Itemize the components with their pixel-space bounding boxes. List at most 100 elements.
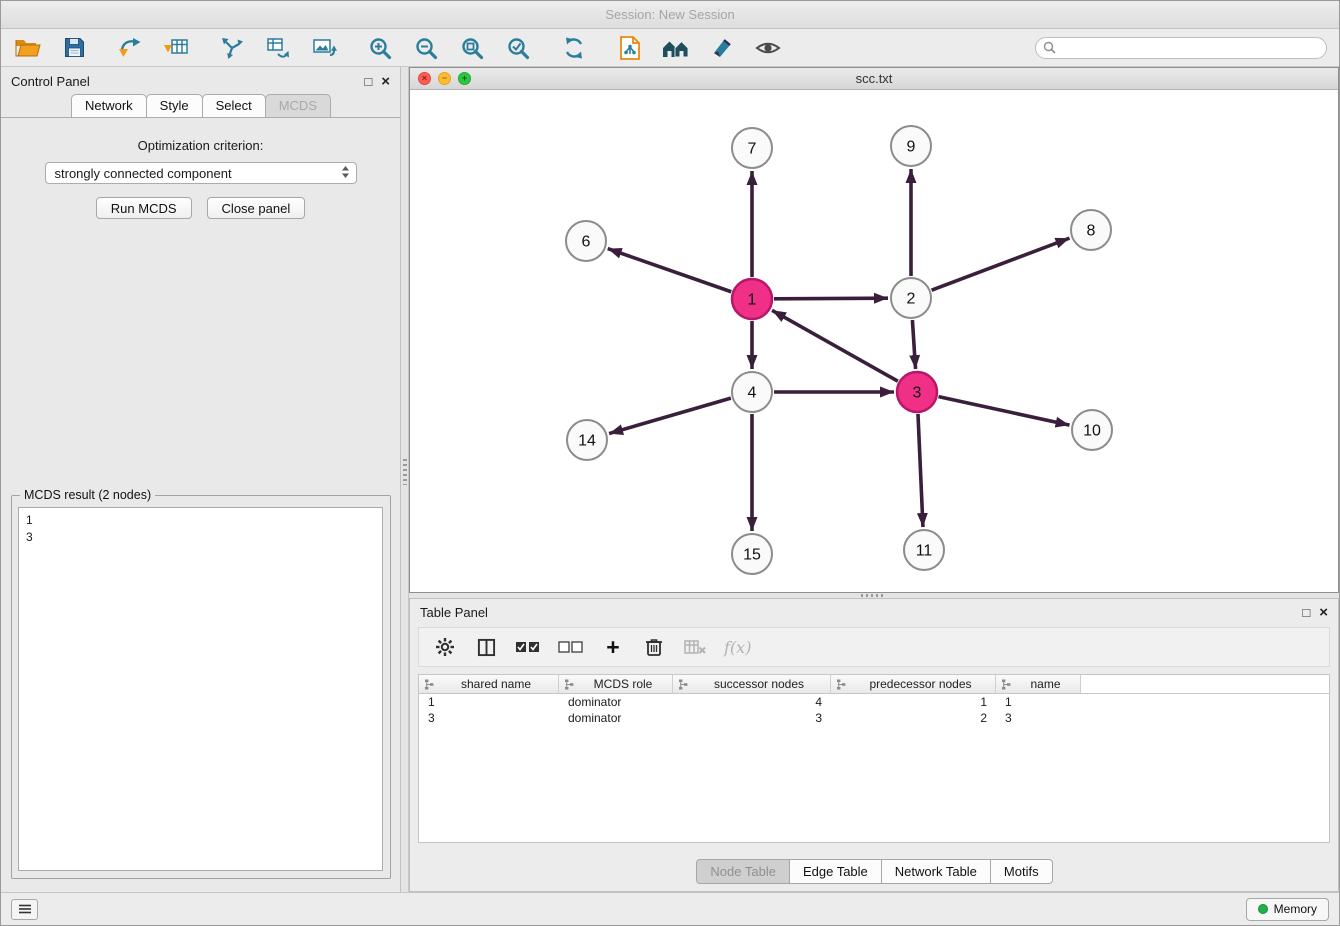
column-header[interactable]: predecessor nodes bbox=[831, 675, 996, 693]
node-11[interactable]: 11 bbox=[904, 530, 944, 570]
optimization-criterion-label: Optimization criterion: bbox=[1, 138, 400, 153]
criterion-dropdown-value: strongly connected component bbox=[55, 166, 232, 181]
node-2[interactable]: 2 bbox=[891, 278, 931, 318]
column-header[interactable]: MCDS role bbox=[559, 675, 673, 693]
network-icon[interactable] bbox=[217, 34, 247, 62]
view-group bbox=[615, 34, 783, 62]
add-row-icon[interactable]: + bbox=[601, 634, 625, 660]
float-table-panel-icon[interactable]: □ bbox=[1302, 606, 1310, 619]
column-icon[interactable] bbox=[474, 634, 498, 660]
node-9[interactable]: 9 bbox=[891, 126, 931, 166]
status-bar: Memory bbox=[1, 892, 1339, 925]
edge-2-8[interactable] bbox=[932, 238, 1070, 290]
edge-1-2[interactable] bbox=[774, 298, 888, 299]
clone-network-icon[interactable] bbox=[615, 34, 645, 62]
node-15[interactable]: 15 bbox=[732, 534, 772, 574]
node-10[interactable]: 10 bbox=[1072, 410, 1112, 450]
settings-gear-icon[interactable] bbox=[433, 634, 457, 660]
deselect-all-icon[interactable] bbox=[558, 634, 584, 660]
criterion-dropdown[interactable]: strongly connected component bbox=[45, 162, 357, 184]
run-mcds-button[interactable]: Run MCDS bbox=[96, 197, 192, 219]
table-cell[interactable]: dominator bbox=[559, 711, 673, 725]
table-cell[interactable]: 1 bbox=[831, 695, 996, 709]
table-cell[interactable]: 1 bbox=[996, 695, 1081, 709]
node-7[interactable]: 7 bbox=[732, 128, 772, 168]
node-label: 8 bbox=[1087, 223, 1096, 240]
zoom-fit-icon[interactable] bbox=[457, 34, 487, 62]
home-icon[interactable] bbox=[661, 34, 691, 62]
zoom-in-icon[interactable] bbox=[365, 34, 395, 62]
node-14[interactable]: 14 bbox=[567, 420, 607, 460]
close-window-icon[interactable]: × bbox=[418, 72, 431, 85]
network-graph[interactable]: 7 9 6 8 1 2 4 3 14 10 15 11 bbox=[410, 90, 1340, 592]
table-row[interactable]: 3dominator323 bbox=[419, 710, 1329, 726]
zoom-selected-icon[interactable] bbox=[503, 34, 533, 62]
splitter-handle[interactable] bbox=[403, 459, 407, 485]
node-3[interactable]: 3 bbox=[897, 372, 937, 412]
export-image-icon[interactable] bbox=[309, 34, 339, 62]
zoom-window-icon[interactable]: + bbox=[458, 72, 471, 85]
column-header[interactable]: successor nodes bbox=[673, 675, 831, 693]
memory-status-icon bbox=[1258, 904, 1268, 914]
file-group bbox=[13, 34, 89, 62]
table-cell[interactable]: 1 bbox=[419, 695, 559, 709]
delete-row-icon[interactable] bbox=[642, 634, 666, 660]
close-panel-button[interactable]: Close panel bbox=[207, 197, 306, 219]
mcds-result-text[interactable]: 1 3 bbox=[18, 507, 383, 871]
save-icon[interactable] bbox=[59, 34, 89, 62]
node-6[interactable]: 6 bbox=[566, 221, 606, 261]
horizontal-splitter-handle[interactable] bbox=[861, 594, 883, 597]
table-cell[interactable]: 3 bbox=[419, 711, 559, 725]
edge-2-3[interactable] bbox=[912, 320, 915, 369]
edge-4-14[interactable] bbox=[609, 398, 731, 433]
table-cell[interactable]: dominator bbox=[559, 695, 673, 709]
memory-button[interactable]: Memory bbox=[1246, 898, 1329, 921]
node-label: 1 bbox=[748, 292, 757, 309]
apply-style-icon[interactable] bbox=[707, 34, 737, 62]
tab-style[interactable]: Style bbox=[146, 94, 203, 117]
table-cell[interactable]: 3 bbox=[673, 711, 831, 725]
import-table-icon[interactable] bbox=[161, 34, 191, 62]
table-cell[interactable]: 2 bbox=[831, 711, 996, 725]
edge-3-1[interactable] bbox=[772, 310, 898, 381]
edge-1-6[interactable] bbox=[608, 249, 732, 292]
minimize-window-icon[interactable]: − bbox=[438, 72, 451, 85]
table-cell[interactable]: 3 bbox=[996, 711, 1081, 725]
zoom-out-icon[interactable] bbox=[411, 34, 441, 62]
tab-select[interactable]: Select bbox=[202, 94, 266, 117]
edge-3-10[interactable] bbox=[938, 397, 1069, 425]
node-label: 2 bbox=[907, 291, 916, 308]
node-8[interactable]: 8 bbox=[1071, 210, 1111, 250]
column-header[interactable]: shared name bbox=[419, 675, 559, 693]
node-table: shared name MCDS role successor nodes prede… bbox=[418, 674, 1330, 843]
task-history-icon[interactable] bbox=[11, 899, 38, 920]
table-cell[interactable]: 4 bbox=[673, 695, 831, 709]
column-header-label: MCDS role bbox=[579, 677, 667, 691]
close-panel-icon[interactable]: × bbox=[381, 74, 390, 89]
network-canvas[interactable]: 7 9 6 8 1 2 4 3 14 10 15 11 bbox=[410, 90, 1338, 592]
search-input[interactable] bbox=[1035, 37, 1327, 59]
node-1[interactable]: 1 bbox=[732, 279, 772, 319]
select-all-icon[interactable] bbox=[515, 634, 541, 660]
network-from-table-icon[interactable] bbox=[263, 34, 293, 62]
show-hide-eye-icon[interactable] bbox=[753, 34, 783, 62]
tab-mcds[interactable]: MCDS bbox=[265, 94, 331, 117]
node-4[interactable]: 4 bbox=[732, 372, 772, 412]
table-header: shared name MCDS role successor nodes prede… bbox=[419, 675, 1329, 694]
table-row[interactable]: 1dominator411 bbox=[419, 694, 1329, 710]
float-panel-icon[interactable]: □ bbox=[364, 75, 372, 88]
tab-node-table[interactable]: Node Table bbox=[696, 859, 790, 884]
vertical-splitter[interactable] bbox=[401, 67, 409, 892]
main-toolbar bbox=[1, 29, 1339, 67]
column-header[interactable]: name bbox=[996, 675, 1081, 693]
open-folder-icon[interactable] bbox=[13, 34, 43, 62]
column-header-label: successor nodes bbox=[693, 677, 825, 691]
edge-3-11[interactable] bbox=[918, 414, 923, 527]
tab-network-table[interactable]: Network Table bbox=[881, 859, 991, 884]
close-table-panel-icon[interactable]: × bbox=[1319, 605, 1328, 620]
tab-motifs[interactable]: Motifs bbox=[990, 859, 1053, 884]
tab-network[interactable]: Network bbox=[71, 94, 147, 117]
refresh-icon[interactable] bbox=[559, 34, 589, 62]
tab-edge-table[interactable]: Edge Table bbox=[789, 859, 882, 884]
import-network-icon[interactable] bbox=[115, 34, 145, 62]
